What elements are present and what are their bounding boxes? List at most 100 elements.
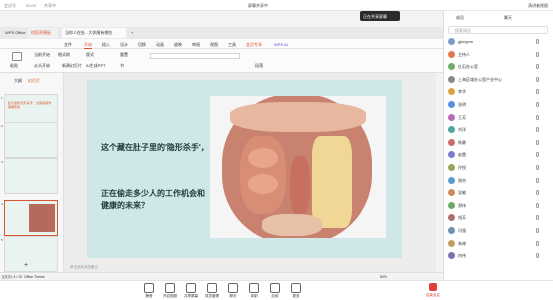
slide-thumbnail-3[interactable] — [4, 158, 58, 194]
font-format-row[interactable] — [150, 62, 240, 68]
mic-icon[interactable] — [536, 215, 539, 221]
toolbar-new-slide[interactable]: 新建幻灯片 — [62, 63, 82, 69]
anatomy-image — [210, 96, 386, 238]
participant-row[interactable]: 主持人 — [448, 50, 548, 60]
avatar — [448, 151, 455, 159]
toolbar-members-button[interactable]: 成员管理 — [203, 281, 221, 299]
avatar — [448, 138, 455, 146]
toolbar-more-button[interactable]: 更多 — [287, 281, 305, 299]
tab-template[interactable]: 找稻壳模板 — [28, 28, 58, 38]
participant-row[interactable]: 郑伟 — [448, 201, 548, 211]
participant-row[interactable]: 刘洋 — [448, 125, 548, 135]
participant-name: 孙悦 — [458, 165, 466, 170]
participant-row[interactable]: 李华 — [448, 87, 548, 97]
toolbar-mute-button[interactable]: 静音 — [140, 281, 158, 299]
menu-view[interactable]: 视图 — [210, 42, 218, 48]
menu-insert[interactable]: 插入 — [102, 42, 110, 48]
toolbar-video-button[interactable]: 开启视频 — [161, 281, 179, 299]
toolbar-apps-button[interactable]: 应用 — [266, 281, 284, 299]
mic-icon[interactable] — [536, 76, 539, 82]
mic-icon[interactable] — [536, 228, 539, 233]
toolbar-chat-button[interactable]: 聊天 — [224, 281, 242, 299]
participant-name: 郑伟 — [458, 202, 466, 208]
participant-row[interactable]: 何伟 — [448, 251, 548, 261]
menu-wps-ai[interactable]: WPS AI — [274, 42, 288, 47]
mic-icon[interactable] — [536, 190, 539, 196]
participant-row[interactable]: 吴敏 — [448, 188, 548, 198]
menu-review[interactable]: 审阅 — [192, 42, 200, 48]
menu-design[interactable]: 设计 — [120, 42, 128, 48]
menu-slideshow[interactable]: 放映 — [174, 42, 182, 48]
tab-new[interactable]: + — [128, 28, 136, 38]
menu-tools[interactable]: 工具 — [228, 42, 236, 48]
mic-icon[interactable] — [536, 165, 539, 170]
slide-thumbnail-5[interactable] — [4, 236, 58, 272]
mic-icon[interactable] — [536, 89, 539, 95]
slide-thumbnail-2[interactable] — [4, 122, 58, 158]
participant-row[interactable]: 周杰 — [448, 176, 548, 186]
mic-icon[interactable] — [536, 152, 539, 158]
toolbar-reset[interactable]: 重置 — [120, 52, 128, 58]
toolbar-record-button[interactable]: 录制 — [245, 281, 263, 299]
toolbar-layout[interactable]: 版式 — [86, 52, 94, 58]
participant-row[interactable]: gjlmgmn — [448, 37, 548, 47]
mic-icon[interactable] — [536, 240, 539, 246]
menu-transition[interactable]: 切换 — [138, 42, 146, 48]
toolbar-from-current[interactable]: 当前开始 — [34, 52, 50, 58]
video-icon — [165, 283, 175, 293]
menu-animation[interactable]: 动画 — [156, 42, 164, 48]
view-mode-button[interactable]: 演讲者视图 — [528, 3, 548, 9]
toolbar-from-start[interactable]: 从头开始 — [34, 63, 50, 69]
menu-file[interactable]: 文件 — [64, 42, 72, 48]
thumb-tab-outline[interactable]: 大纲 — [14, 78, 22, 84]
participant-row[interactable]: 张明 — [448, 100, 548, 110]
share-screen-icon — [186, 283, 196, 293]
leave-meeting-button[interactable]: 结束会议 — [424, 282, 442, 298]
mic-icon[interactable] — [536, 177, 539, 183]
add-slide-button[interactable]: + — [22, 262, 30, 270]
slide-thumbnail-4[interactable] — [4, 200, 58, 236]
member-search-input[interactable]: 搜索成员 — [455, 28, 471, 34]
mic-icon[interactable] — [536, 114, 539, 120]
panel-tab-members[interactable]: 成员 — [456, 15, 464, 21]
tab-wps-office[interactable]: WPS Office — [2, 28, 28, 38]
share-screen-label: 共享屏幕 — [184, 294, 198, 298]
mic-icon[interactable] — [536, 253, 539, 259]
meeting-info-0: 会议号 — [4, 3, 16, 8]
toolbar-share-screen-button[interactable]: 共享屏幕 — [182, 281, 200, 299]
font-select[interactable] — [150, 53, 240, 59]
mic-icon[interactable] — [536, 139, 539, 145]
menu-home[interactable]: 开始 — [84, 42, 92, 49]
mic-icon[interactable] — [536, 51, 539, 57]
panel-tab-chat[interactable]: 聊天 — [504, 15, 512, 21]
mic-icon[interactable] — [536, 64, 539, 70]
avatar — [448, 75, 455, 83]
participant-row[interactable]: 赵雷 — [448, 150, 548, 160]
paste-icon[interactable] — [12, 52, 22, 61]
sharing-tip[interactable]: 正在共享屏幕 — [360, 11, 400, 21]
zoom-level[interactable]: 80% — [380, 275, 387, 279]
mic-icon[interactable] — [536, 39, 539, 44]
notes-placeholder[interactable]: 单击此处添加备注 — [70, 265, 98, 270]
participant-row[interactable]: 红石办公室 — [448, 62, 548, 72]
menu-member[interactable]: 会员专享 — [246, 42, 262, 48]
toolbar-paste[interactable]: 粘贴 — [10, 63, 18, 69]
toolbar-paragraph[interactable]: 段落 — [255, 63, 263, 69]
tab-document[interactable]: 当你人在肚...大伴随有哪些 — [62, 28, 126, 38]
participant-row[interactable]: 冯强 — [448, 226, 548, 236]
participant-row[interactable]: 王芳 — [448, 113, 548, 123]
toolbar-format-painter[interactable]: 格式刷 — [58, 52, 70, 58]
participant-row[interactable]: 陈静 — [448, 138, 548, 148]
mic-icon[interactable] — [536, 202, 539, 208]
participant-row[interactable]: 孙悦 — [448, 163, 548, 173]
mic-icon[interactable] — [536, 127, 539, 133]
current-slide[interactable]: 这个藏在肚子里的'隐形杀手'， 正在偷走多少人的工作机会和健康的未来？ — [87, 80, 402, 258]
member-search[interactable]: 搜索成员 — [448, 26, 548, 34]
participant-row[interactable]: 钱芳 — [448, 213, 548, 223]
mic-icon[interactable] — [536, 102, 539, 107]
participant-row[interactable]: 朱婷 — [448, 239, 548, 249]
thumb-tab-slides[interactable]: 幻灯片 — [28, 78, 40, 84]
toolbar-section[interactable]: 节 — [120, 63, 124, 69]
toolbar-ai-ppt[interactable]: AI生成PPT — [86, 63, 106, 69]
participant-row[interactable]: 上海区域办公室产业中心 — [448, 75, 548, 85]
